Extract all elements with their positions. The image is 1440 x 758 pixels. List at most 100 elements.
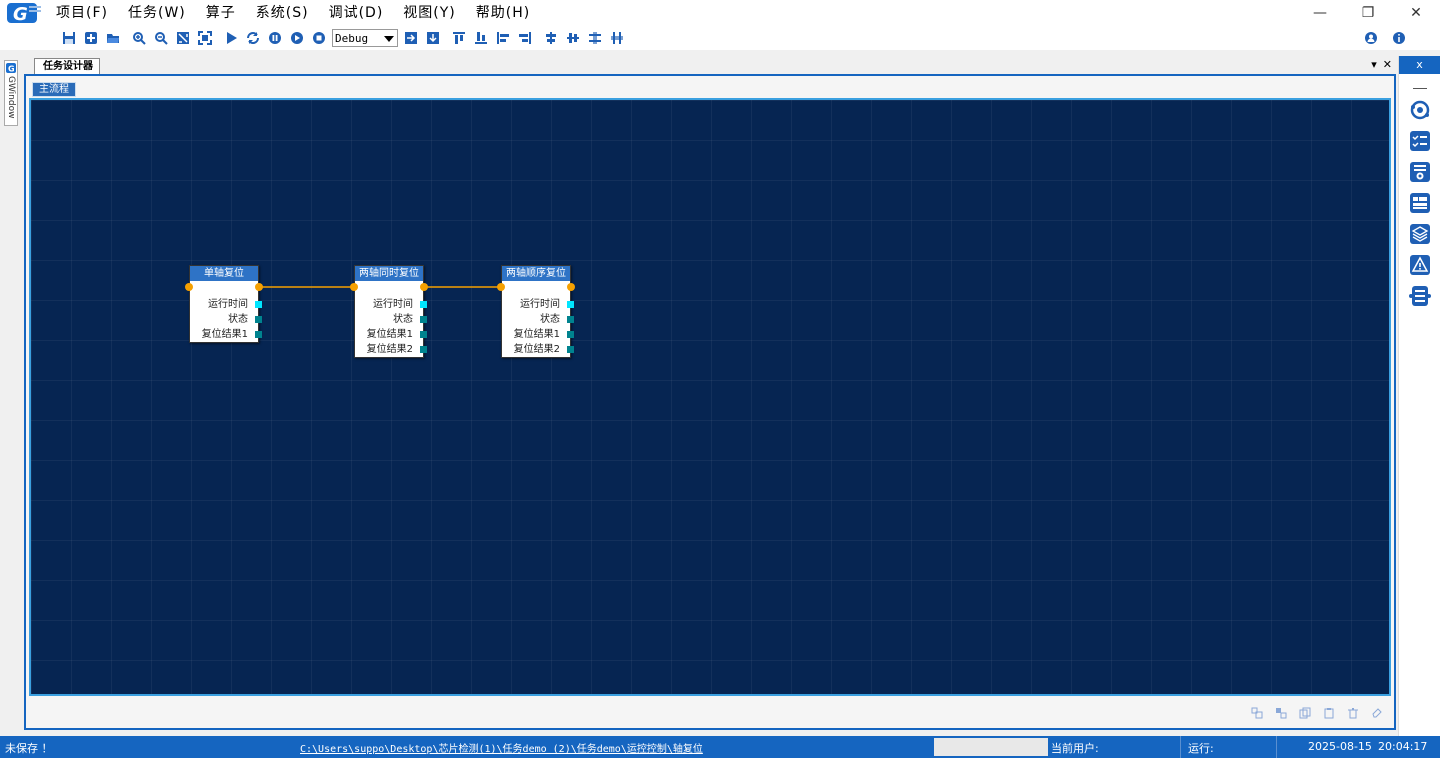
tab-dropdown-button[interactable]: ▾	[1371, 58, 1377, 71]
close-button[interactable]: ✕	[1392, 0, 1440, 26]
flow-in-port[interactable]	[497, 283, 505, 291]
output-port[interactable]	[567, 346, 574, 353]
build-mode-select[interactable]: Debug	[332, 29, 398, 47]
port-label: 运行时间	[208, 299, 248, 310]
current-user-label: 当前用户:	[1051, 742, 1099, 755]
menu-project[interactable]: 项目(F)	[46, 0, 118, 26]
port-label: 状态	[540, 314, 560, 325]
distribute-h-icon[interactable]	[584, 27, 606, 49]
node-single-axis-reset[interactable]: 单轴复位 运行时间 状态 复位结果1	[189, 265, 262, 343]
output-port[interactable]	[567, 316, 574, 323]
port-label: 复位结果1	[201, 329, 248, 340]
port-label: 复位结果2	[513, 344, 560, 355]
save-state: 未保存 ！	[5, 742, 53, 755]
svg-text:G: G	[8, 65, 15, 74]
orbit-icon[interactable]	[1409, 99, 1431, 121]
warning-icon[interactable]	[1409, 254, 1431, 276]
menu-system[interactable]: 系统(S)	[246, 0, 319, 26]
chevron-down-icon	[384, 36, 394, 42]
menu-debug[interactable]: 调试(D)	[319, 0, 394, 26]
align-right-icon[interactable]	[514, 27, 536, 49]
toolbar-right	[1360, 27, 1410, 49]
output-port[interactable]	[420, 301, 427, 308]
flow-canvas[interactable]: 单轴复位 运行时间 状态 复位结果1 两轴同时复位 运行时间 状态 复位结果1 …	[29, 98, 1391, 696]
restore-button[interactable]: ❐	[1344, 0, 1392, 26]
svg-text:G: G	[13, 4, 28, 25]
user-icon[interactable]	[1360, 27, 1382, 49]
port-row: 复位结果2	[502, 342, 574, 357]
menu-operator[interactable]: 算子	[196, 0, 246, 26]
export-icon[interactable]	[422, 27, 444, 49]
import-icon[interactable]	[400, 27, 422, 49]
save-icon[interactable]	[58, 27, 80, 49]
zoom-in-icon[interactable]	[128, 27, 150, 49]
status-date: 2025-08-15	[1308, 740, 1372, 753]
output-port[interactable]	[255, 331, 262, 338]
gwindow-tab[interactable]: G GWindow	[4, 60, 18, 126]
copy-icon[interactable]	[1298, 706, 1312, 720]
flow-out-port[interactable]	[420, 283, 428, 291]
clear-icon[interactable]	[1370, 706, 1384, 720]
status-progress-box	[934, 738, 1048, 756]
minimize-button[interactable]: —	[1296, 0, 1344, 26]
node-title: 两轴同时复位	[355, 266, 423, 281]
output-port[interactable]	[420, 331, 427, 338]
menu-view[interactable]: 视图(Y)	[393, 0, 465, 26]
align-bottom-icon[interactable]	[470, 27, 492, 49]
output-port[interactable]	[420, 346, 427, 353]
fit-view-icon[interactable]	[172, 27, 194, 49]
paste-icon[interactable]	[1322, 706, 1336, 720]
port-label: 状态	[393, 314, 413, 325]
flow-in-port[interactable]	[185, 283, 193, 291]
open-folder-icon[interactable]	[102, 27, 124, 49]
flow-out-port[interactable]	[567, 283, 575, 291]
ungroup-icon[interactable]	[1274, 706, 1288, 720]
toolbar: Debug	[0, 26, 1440, 50]
align-top-icon[interactable]	[448, 27, 470, 49]
menu-bar: G 项目(F) 任务(W) 算子 系统(S) 调试(D) 视图(Y) 帮助(H)…	[0, 0, 1440, 26]
port-label: 复位结果1	[513, 329, 560, 340]
output-port[interactable]	[420, 316, 427, 323]
distribute-v-icon[interactable]	[606, 27, 628, 49]
port-row: 运行时间	[355, 297, 427, 312]
tab-task-designer[interactable]: 任务设计器	[34, 58, 100, 74]
layers-icon[interactable]	[1409, 223, 1431, 245]
tab-close-button[interactable]: ✕	[1383, 58, 1392, 71]
menu-task[interactable]: 任务(W)	[118, 0, 196, 26]
menu-help[interactable]: 帮助(H)	[466, 0, 540, 26]
settings-list-icon[interactable]	[1409, 161, 1431, 183]
output-port[interactable]	[255, 301, 262, 308]
loop-icon[interactable]	[242, 27, 264, 49]
zoom-out-icon[interactable]	[150, 27, 172, 49]
tab-main-flow[interactable]: 主流程	[32, 82, 76, 97]
new-file-icon[interactable]	[80, 27, 102, 49]
step-icon[interactable]	[286, 27, 308, 49]
right-panel-close[interactable]: x	[1399, 56, 1440, 74]
document-tab-controls: ▾ ✕	[1371, 58, 1392, 71]
flow-out-port[interactable]	[255, 283, 263, 291]
flow-in-port[interactable]	[350, 283, 358, 291]
flow-list-icon[interactable]	[1408, 285, 1431, 307]
port-row: 运行时间	[190, 297, 262, 312]
stop-icon[interactable]	[308, 27, 330, 49]
port-label: 复位结果1	[366, 329, 413, 340]
fullscreen-icon[interactable]	[194, 27, 216, 49]
align-left-icon[interactable]	[492, 27, 514, 49]
group-icon[interactable]	[1250, 706, 1264, 720]
output-port[interactable]	[567, 331, 574, 338]
info-icon[interactable]	[1388, 27, 1410, 49]
port-row: 状态	[502, 312, 574, 327]
project-path-link[interactable]: C:\Users\suppo\Desktop\芯片检测(1)\任务demo (2…	[300, 740, 703, 755]
align-center-v-icon[interactable]	[540, 27, 562, 49]
run-icon[interactable]	[220, 27, 242, 49]
output-port[interactable]	[255, 316, 262, 323]
node-dual-axis-seq-reset[interactable]: 两轴顺序复位 运行时间 状态 复位结果1 复位结果2	[501, 265, 574, 358]
output-port[interactable]	[567, 301, 574, 308]
align-center-h-icon[interactable]	[562, 27, 584, 49]
port-label: 运行时间	[373, 299, 413, 310]
pause-icon[interactable]	[264, 27, 286, 49]
checklist-icon[interactable]	[1409, 130, 1431, 152]
node-dual-axis-sync-reset[interactable]: 两轴同时复位 运行时间 状态 复位结果1 复位结果2	[354, 265, 427, 358]
table-icon[interactable]	[1409, 192, 1431, 214]
delete-icon[interactable]	[1346, 706, 1360, 720]
